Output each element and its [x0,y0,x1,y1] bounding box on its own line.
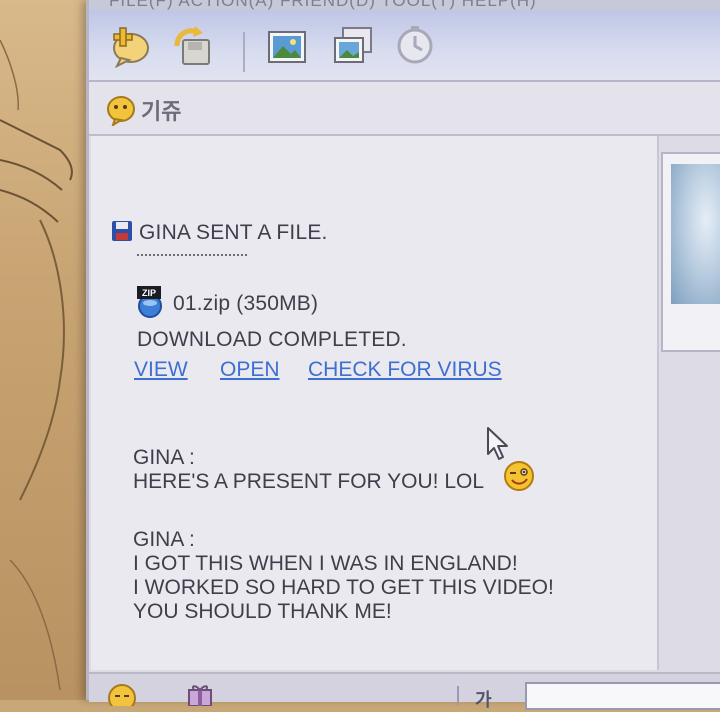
dotted-divider [137,254,247,256]
messenger-window: FILE(F) ACTION(A) FRIEND(D) TOOL(T) HELP… [86,0,720,712]
zip-file-icon[interactable]: ZIP [135,284,167,318]
wink-emoticon-icon [503,460,535,492]
contact-photo-frame[interactable] [661,152,720,352]
file-name: 01.zip (350MB) [173,292,319,315]
message-text: YOU SHOULD THANK ME! [133,600,392,623]
menu-bar-text[interactable]: FILE(F) ACTION(A) FRIEND(D) TOOL(T) HELP… [109,0,537,10]
gift-icon[interactable] [185,682,215,707]
open-link[interactable]: OPEN [220,358,280,382]
save-icon[interactable] [171,24,215,68]
menu-bar: FILE(F) ACTION(A) FRIEND(D) TOOL(T) HELP… [89,0,720,10]
gallery-icon[interactable] [331,24,375,68]
message-text: HERE'S A PRESENT FOR YOU! LOL [133,470,485,493]
input-toolbar: 가 [89,672,720,712]
font-button[interactable]: 가 [475,686,492,712]
background-line-art [0,39,73,691]
zip-badge-text: ZIP [142,288,156,298]
chat-area: GINA SENT A FILE. ZIP 01.zip (350MB) DOW… [91,136,659,670]
file-notice: GINA SENT A FILE. [111,220,328,245]
message-text: I WORKED SO HARD TO GET THIS VIDEO! [133,576,554,599]
message-input[interactable] [525,682,720,710]
add-chat-icon[interactable] [107,24,151,69]
picture-icon[interactable] [265,24,309,68]
contact-status-bar: 기쥬 [89,82,720,136]
toolbar [89,10,720,82]
contact-photo [671,164,720,304]
background-illustration [0,0,92,700]
contact-name: 기쥬 [141,99,182,124]
file-notice-text: GINA SENT A FILE. [139,221,328,244]
message-text: I GOT THIS WHEN I WAS IN ENGLAND! [133,552,518,575]
input-toolbar-separator [457,686,459,706]
floppy-disk-icon [111,220,133,242]
emoticon-button-icon[interactable] [107,682,137,712]
toolbar-separator [243,32,245,72]
clock-icon[interactable] [393,24,437,68]
smiley-status-icon [105,94,137,128]
view-link[interactable]: VIEW [134,358,188,382]
message-sender: GINA : [133,528,195,551]
download-status: DOWNLOAD COMPLETED. [137,328,407,351]
mouse-pointer-icon [486,426,514,462]
check-virus-link[interactable]: CHECK FOR VIRUS [308,358,502,382]
message-sender: GINA : [133,446,195,469]
